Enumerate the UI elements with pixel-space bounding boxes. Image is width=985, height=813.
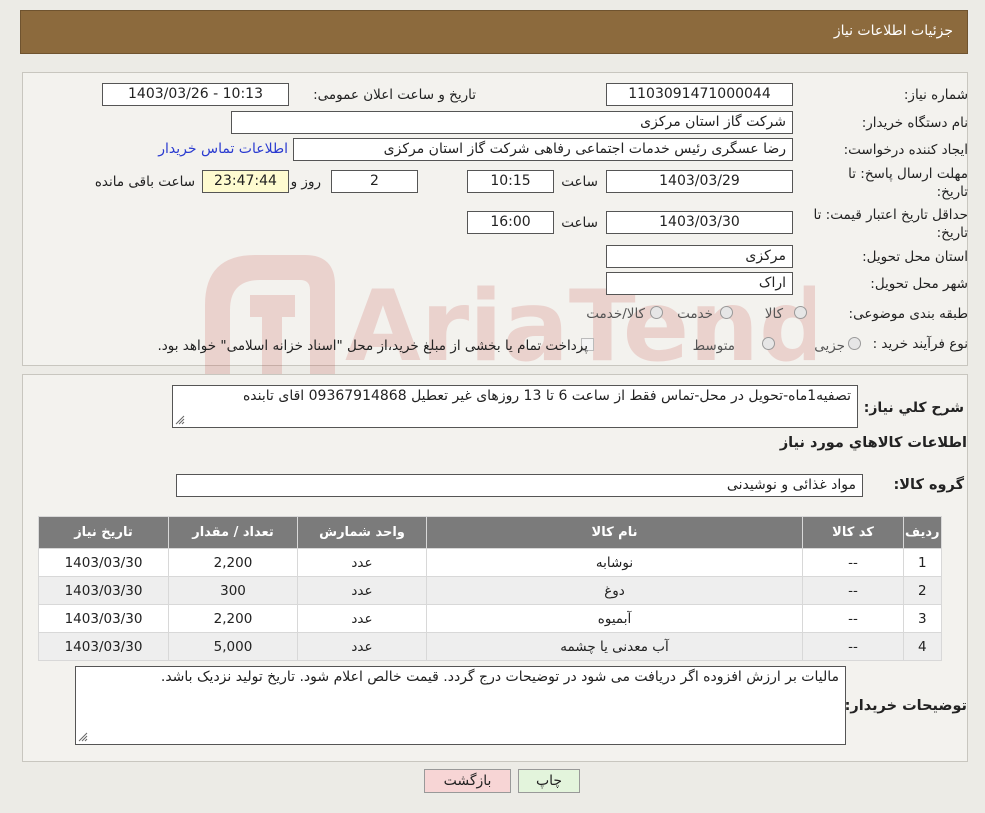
process-label: نوع فرآیند خرید :	[872, 336, 968, 352]
page-title: جزئیات اطلاعات نیاز	[833, 23, 953, 39]
table-cell: 2	[904, 577, 941, 604]
process-option-minor: جزیی	[814, 338, 845, 354]
remaining-time-field: 23:47:44	[202, 170, 289, 193]
summary-textarea[interactable]: تصفیه1ماه-تحویل در محل-تماس فقط از ساعت …	[172, 385, 858, 428]
column-header: کد کالا	[803, 517, 903, 548]
announce-datetime-field: 1403/03/26 - 10:13	[102, 83, 289, 106]
table-cell: دوغ	[427, 577, 802, 604]
page-header: جزئیات اطلاعات نیاز	[20, 10, 968, 54]
buyer-notes-label: توضیحات خریدار:	[844, 698, 967, 714]
table-cell: عدد	[298, 633, 426, 660]
buyer-org-field: شرکت گاز استان مرکزی	[231, 111, 793, 134]
contact-info-link[interactable]: اطلاعات تماس خریدار	[158, 141, 288, 157]
table-row: 1 -- نوشابه عدد 2,200 1403/03/30	[39, 549, 941, 576]
table-cell: 2,200	[169, 605, 297, 632]
category-radio-service[interactable]	[720, 306, 733, 319]
remaining-label: ساعت باقی مانده	[94, 174, 195, 190]
process-option-medium: متوسط	[692, 338, 735, 354]
category-option-goods: کالا	[764, 306, 783, 322]
table-cell: عدد	[298, 549, 426, 576]
table-cell: 1403/03/30	[39, 605, 168, 632]
deadline-time-field: 10:15	[467, 170, 554, 193]
table-cell: 3	[904, 605, 941, 632]
validity-time-label: ساعت	[561, 215, 598, 231]
validity-time-field: 16:00	[467, 211, 554, 234]
table-cell: آب معدنی یا چشمه	[427, 633, 802, 660]
table-cell: --	[803, 605, 903, 632]
table-cell: 5,000	[169, 633, 297, 660]
days-field: 2	[331, 170, 418, 193]
creator-label: ایجاد کننده درخواست:	[843, 142, 968, 158]
category-option-goods-service: کالا/خدمت	[586, 306, 645, 322]
days-label: روز و	[290, 174, 321, 190]
column-header: واحد شمارش	[298, 517, 426, 548]
items-table: ردیف کد کالا نام کالا واحد شمارش تعداد /…	[38, 516, 942, 661]
goods-info-title: اطلاعات کالاهاي مورد نياز	[779, 435, 967, 451]
watermark-logo-icon	[205, 255, 335, 375]
table-cell: 1	[904, 549, 941, 576]
table-header-row: ردیف کد کالا نام کالا واحد شمارش تعداد /…	[39, 517, 941, 548]
validity-label: حداقل تاریخ اعتبار قیمت: تا	[813, 207, 968, 223]
city-field: اراک	[606, 272, 793, 295]
table-cell: 4	[904, 633, 941, 660]
table-cell: 1403/03/30	[39, 633, 168, 660]
process-radio-minor[interactable]	[848, 337, 861, 350]
buyer-org-label: نام دستگاه خریدار:	[861, 115, 968, 131]
table-row: 2 -- دوغ عدد 300 1403/03/30	[39, 577, 941, 604]
deadline-time-label: ساعت	[561, 174, 598, 190]
announce-label: تاریخ و ساعت اعلان عمومی:	[313, 87, 476, 103]
category-radio-goods[interactable]	[794, 306, 807, 319]
summary-text: تصفیه1ماه-تحویل در محل-تماس فقط از ساعت …	[242, 388, 851, 404]
table-cell: 2,200	[169, 549, 297, 576]
goods-group-label: گروه کالا:	[893, 477, 964, 493]
table-cell: 300	[169, 577, 297, 604]
deadline-date-field: 1403/03/29	[606, 170, 793, 193]
table-cell: --	[803, 577, 903, 604]
table-cell: --	[803, 549, 903, 576]
need-number-field: 1103091471000044	[606, 83, 793, 106]
table-cell: 1403/03/30	[39, 577, 168, 604]
table-cell: نوشابه	[427, 549, 802, 576]
process-note: پرداخت تمام یا بخشی از مبلغ خرید،از محل …	[157, 338, 588, 354]
process-radio-medium[interactable]	[762, 337, 775, 350]
buyer-notes-text: مالیات بر ارزش افزوده اگر دریافت می شود …	[160, 669, 839, 685]
print-button[interactable]: چاپ	[518, 769, 580, 793]
creator-field: رضا عسگری رئیس خدمات اجتماعی رفاهی شرکت …	[293, 138, 793, 161]
items-table-wrapper: ردیف کد کالا نام کالا واحد شمارش تعداد /…	[38, 516, 942, 661]
need-number-label: شماره نیاز:	[903, 87, 968, 103]
table-cell: عدد	[298, 577, 426, 604]
deadline-label-2: تاریخ:	[936, 184, 968, 200]
category-option-service: خدمت	[677, 306, 713, 322]
deadline-label: مهلت ارسال پاسخ: تا	[848, 166, 968, 182]
buyer-notes-textarea[interactable]: مالیات بر ارزش افزوده اگر دریافت می شود …	[75, 666, 846, 745]
goods-group-field: مواد غذائی و نوشیدنی	[176, 474, 863, 497]
resize-grip-icon[interactable]	[78, 732, 88, 742]
column-header: تعداد / مقدار	[169, 517, 297, 548]
category-radio-goods-service[interactable]	[650, 306, 663, 319]
province-label: استان محل تحویل:	[862, 249, 968, 265]
province-field: مرکزی	[606, 245, 793, 268]
validity-label-2: تاریخ:	[936, 225, 968, 241]
column-header: تاریخ نیاز	[39, 517, 168, 548]
table-cell: 1403/03/30	[39, 549, 168, 576]
resize-grip-icon[interactable]	[175, 415, 185, 425]
category-label: طبقه بندی موضوعی:	[848, 306, 968, 322]
table-cell: آبمیوه	[427, 605, 802, 632]
validity-date-field: 1403/03/30	[606, 211, 793, 234]
table-cell: عدد	[298, 605, 426, 632]
city-label: شهر محل تحویل:	[870, 276, 968, 292]
column-header: نام کالا	[427, 517, 802, 548]
column-header: ردیف	[904, 517, 941, 548]
back-button[interactable]: بازگشت	[424, 769, 511, 793]
table-cell: --	[803, 633, 903, 660]
summary-label: شرح کلي نياز:	[863, 400, 964, 416]
table-row: 4 -- آب معدنی یا چشمه عدد 5,000 1403/03/…	[39, 633, 941, 660]
table-row: 3 -- آبمیوه عدد 2,200 1403/03/30	[39, 605, 941, 632]
